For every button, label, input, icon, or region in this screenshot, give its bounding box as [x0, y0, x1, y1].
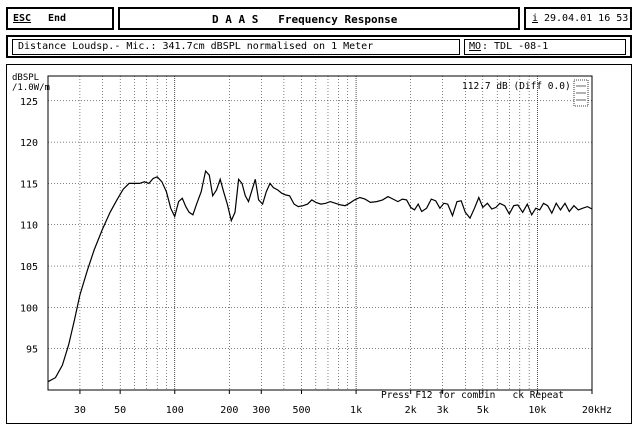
chart-annotation: 112.7 dB (Diff 0.0): [462, 81, 571, 92]
y-tick-label: 115: [20, 179, 38, 190]
x-tick-label: 300: [252, 405, 270, 416]
x-tick-label: 1k: [350, 405, 362, 416]
y-tick-label: 105: [20, 262, 38, 273]
x-tick-label: 30: [74, 405, 86, 416]
plot-area: [47, 75, 593, 391]
x-tick-label: 50: [114, 405, 126, 416]
scroll-indicator[interactable]: [573, 79, 589, 107]
y-tick-label: 125: [20, 97, 38, 108]
y-tick-label: 95: [26, 345, 38, 356]
x-tick-label: 3k: [437, 405, 449, 416]
x-tick-label: 10k: [528, 405, 546, 416]
y-axis-label-unit: /1.0W/m: [12, 83, 50, 93]
x-tick-label: 5k: [477, 405, 489, 416]
x-tick-label: 100: [166, 405, 184, 416]
y-tick-label: 100: [20, 303, 38, 314]
y-tick-label: 110: [20, 221, 38, 232]
y-axis-label: dBSPL: [12, 73, 39, 83]
y-tick-label: 120: [20, 138, 38, 149]
x-tick-label: 500: [292, 405, 310, 416]
footer-hint: Press F12 for combin ck Repeat: [381, 390, 564, 401]
x-tick-label: 20kHz: [582, 405, 612, 416]
response-curve: [47, 169, 593, 383]
x-tick-label: 200: [220, 405, 238, 416]
frequency-response-chart: 95 100 105 110 115 120 125 30 50 100 200 300 500 1k 2…: [12, 73, 612, 416]
x-tick-label: 2k: [405, 405, 417, 416]
